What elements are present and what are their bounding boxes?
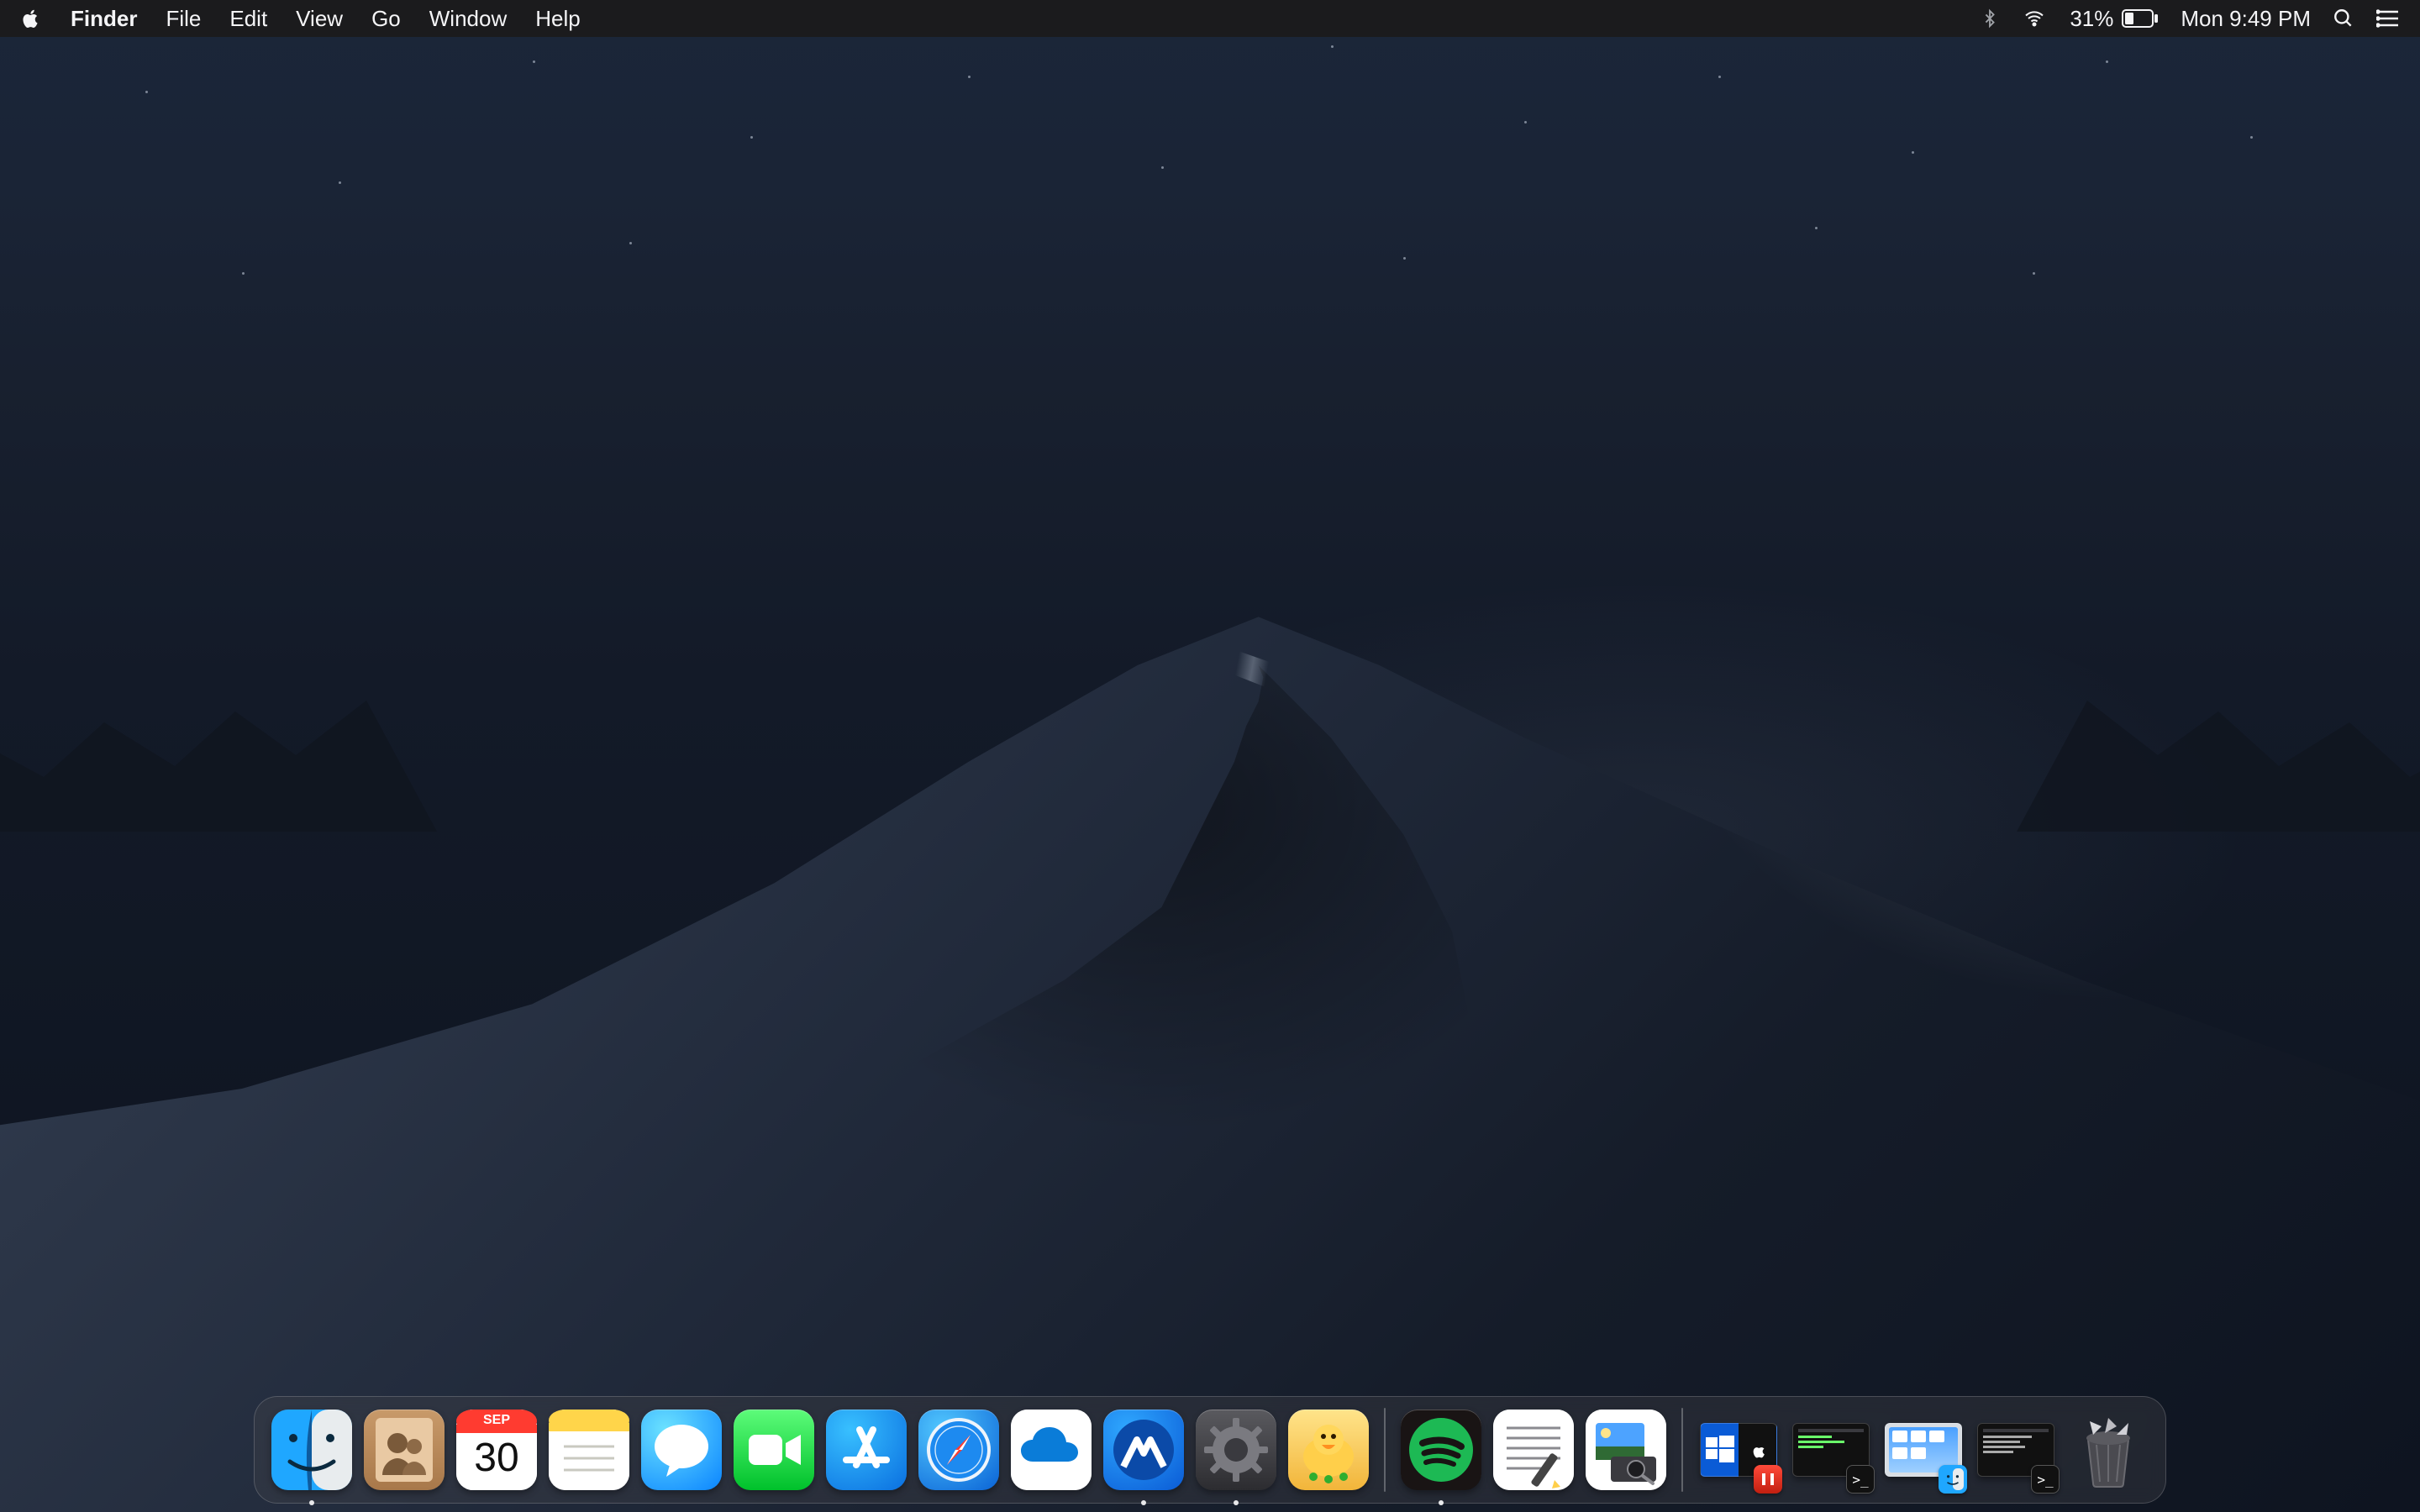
calendar-icon-month: SEP bbox=[456, 1413, 537, 1428]
menu-help[interactable]: Help bbox=[535, 6, 580, 32]
menu-bar-left: Finder File Edit View Go Window Help bbox=[20, 6, 581, 32]
clock[interactable]: Mon 9:49 PM bbox=[2181, 6, 2311, 32]
dock-facetime[interactable] bbox=[734, 1410, 814, 1490]
minimized-badge-terminal-icon: >_ bbox=[2031, 1465, 2060, 1494]
running-indicator bbox=[1141, 1500, 1146, 1505]
dock-safari[interactable] bbox=[918, 1410, 999, 1490]
dock-messages[interactable] bbox=[641, 1410, 722, 1490]
battery-icon bbox=[2122, 9, 2159, 28]
dock-app-store[interactable] bbox=[826, 1410, 907, 1490]
bluetooth-icon[interactable] bbox=[1981, 7, 1999, 30]
menu-view[interactable]: View bbox=[296, 6, 343, 32]
desktop-wallpaper bbox=[0, 0, 2420, 1512]
dock-textedit[interactable] bbox=[1493, 1410, 1574, 1490]
menu-bar-right: 31% Mon 9:49 PM bbox=[1981, 6, 2400, 32]
minimized-badge-parallels-icon bbox=[1754, 1465, 1782, 1494]
menu-bar: Finder File Edit View Go Window Help 31%… bbox=[0, 0, 2420, 37]
spotlight-icon[interactable] bbox=[2333, 8, 2354, 29]
minimized-badge-terminal-icon: >_ bbox=[1846, 1465, 1875, 1494]
dock-nordvpn[interactable] bbox=[1103, 1410, 1184, 1490]
dock-separator bbox=[1681, 1408, 1683, 1492]
menu-window[interactable]: Window bbox=[429, 6, 507, 32]
calendar-icon-day: 30 bbox=[456, 1435, 537, 1481]
running-indicator bbox=[1234, 1500, 1239, 1505]
dock-onedrive[interactable] bbox=[1011, 1410, 1092, 1490]
menu-file[interactable]: File bbox=[166, 6, 201, 32]
running-indicator bbox=[1439, 1500, 1444, 1505]
wifi-icon[interactable] bbox=[2021, 8, 2048, 29]
dock: SEP 30 bbox=[254, 1396, 2166, 1504]
dock-minimized-finder-window[interactable] bbox=[1883, 1410, 1964, 1490]
running-indicator bbox=[309, 1500, 314, 1505]
battery-percent-label: 31% bbox=[2070, 6, 2113, 32]
dock-trash[interactable] bbox=[2068, 1410, 2149, 1490]
menu-edit[interactable]: Edit bbox=[229, 6, 267, 32]
dock-contacts[interactable] bbox=[364, 1410, 445, 1490]
notification-center-icon[interactable] bbox=[2376, 9, 2400, 28]
app-name-menu[interactable]: Finder bbox=[71, 6, 137, 32]
dock-minimized-terminal-window-2[interactable]: >_ bbox=[1975, 1410, 2056, 1490]
dock-calendar[interactable]: SEP 30 bbox=[456, 1410, 537, 1490]
dock-minimized-parallels-window[interactable] bbox=[1698, 1410, 1779, 1490]
dock-finder[interactable] bbox=[271, 1410, 352, 1490]
apple-menu-icon[interactable] bbox=[20, 8, 42, 29]
dock-spotify[interactable] bbox=[1401, 1410, 1481, 1490]
battery-status[interactable]: 31% bbox=[2070, 6, 2159, 32]
dock-cyberduck[interactable] bbox=[1288, 1410, 1369, 1490]
dock-notes[interactable] bbox=[549, 1410, 629, 1490]
dock-minimized-terminal-window-1[interactable]: >_ bbox=[1791, 1410, 1871, 1490]
minimized-badge-finder-icon bbox=[1939, 1465, 1967, 1494]
menu-go[interactable]: Go bbox=[371, 6, 401, 32]
dock-separator bbox=[1384, 1408, 1386, 1492]
dock-system-preferences[interactable] bbox=[1196, 1410, 1276, 1490]
dock-preview[interactable] bbox=[1586, 1410, 1666, 1490]
